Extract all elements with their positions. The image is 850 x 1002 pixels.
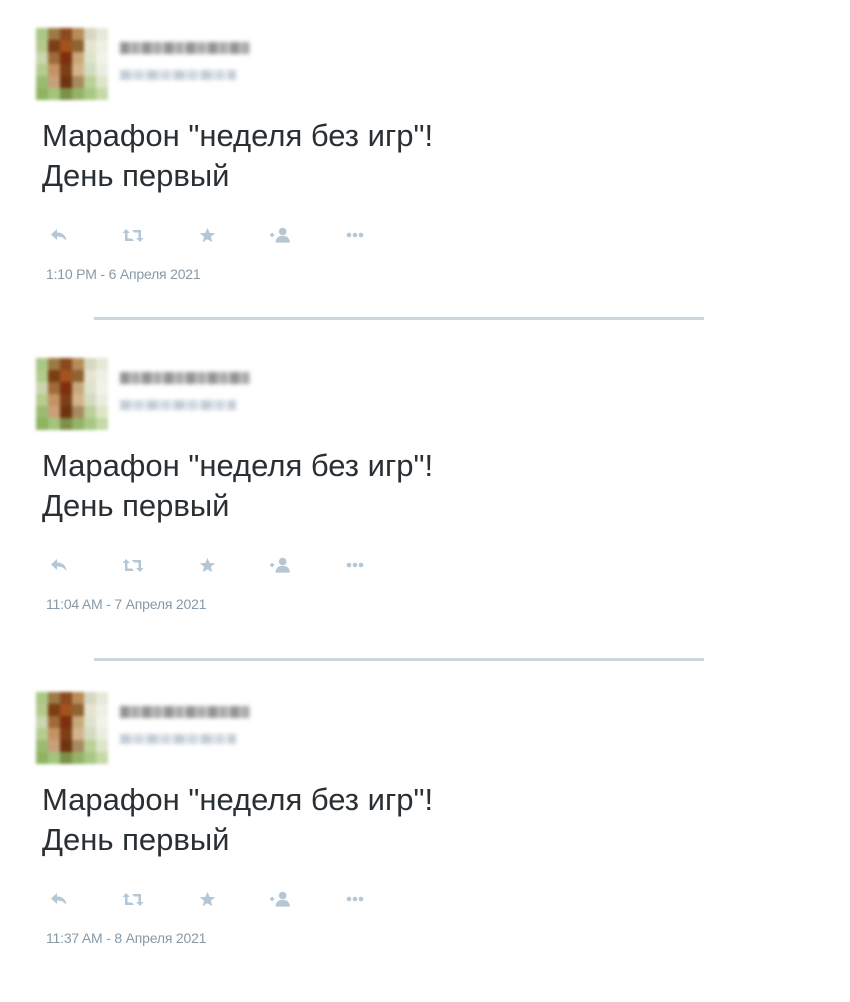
author-handle-redacted[interactable] [120,70,236,80]
retweet-icon[interactable] [122,554,144,576]
more-icon[interactable] [344,224,366,246]
avatar[interactable] [36,358,108,430]
tweet-timestamp[interactable]: 1:10 PM - 6 Апреля 2021 [46,266,201,282]
tweet-text: Марафон "неделя без игр"! День первый [42,448,434,523]
tweet-divider [94,317,704,320]
more-icon[interactable] [344,888,366,910]
tweet-actions [48,224,366,246]
tweet-text: Марафон "неделя без игр"! День первый [42,118,434,193]
reply-icon[interactable] [48,224,70,246]
tweet-divider [94,658,704,661]
author-handle-redacted[interactable] [120,734,236,744]
tweet-feed-screenshot: { "tweets": [ { "text": "Марафон \"недел… [0,0,850,1002]
reply-icon[interactable] [48,888,70,910]
avatar[interactable] [36,28,108,100]
tweet-timestamp[interactable]: 11:37 AM - 8 Апреля 2021 [46,930,206,946]
follow-icon[interactable] [270,554,292,576]
author-name-redacted[interactable] [120,372,250,384]
star-icon[interactable] [196,554,218,576]
follow-icon[interactable] [270,224,292,246]
tweet-text: Марафон "неделя без игр"! День первый [42,782,434,857]
reply-icon[interactable] [48,554,70,576]
star-icon[interactable] [196,224,218,246]
retweet-icon[interactable] [122,888,144,910]
retweet-icon[interactable] [122,224,144,246]
author-handle-redacted[interactable] [120,400,236,410]
tweet-actions [48,554,366,576]
tweet-actions [48,888,366,910]
avatar[interactable] [36,692,108,764]
author-name-redacted[interactable] [120,42,250,54]
more-icon[interactable] [344,554,366,576]
follow-icon[interactable] [270,888,292,910]
star-icon[interactable] [196,888,218,910]
tweet-timestamp[interactable]: 11:04 AM - 7 Апреля 2021 [46,596,206,612]
author-name-redacted[interactable] [120,706,250,718]
